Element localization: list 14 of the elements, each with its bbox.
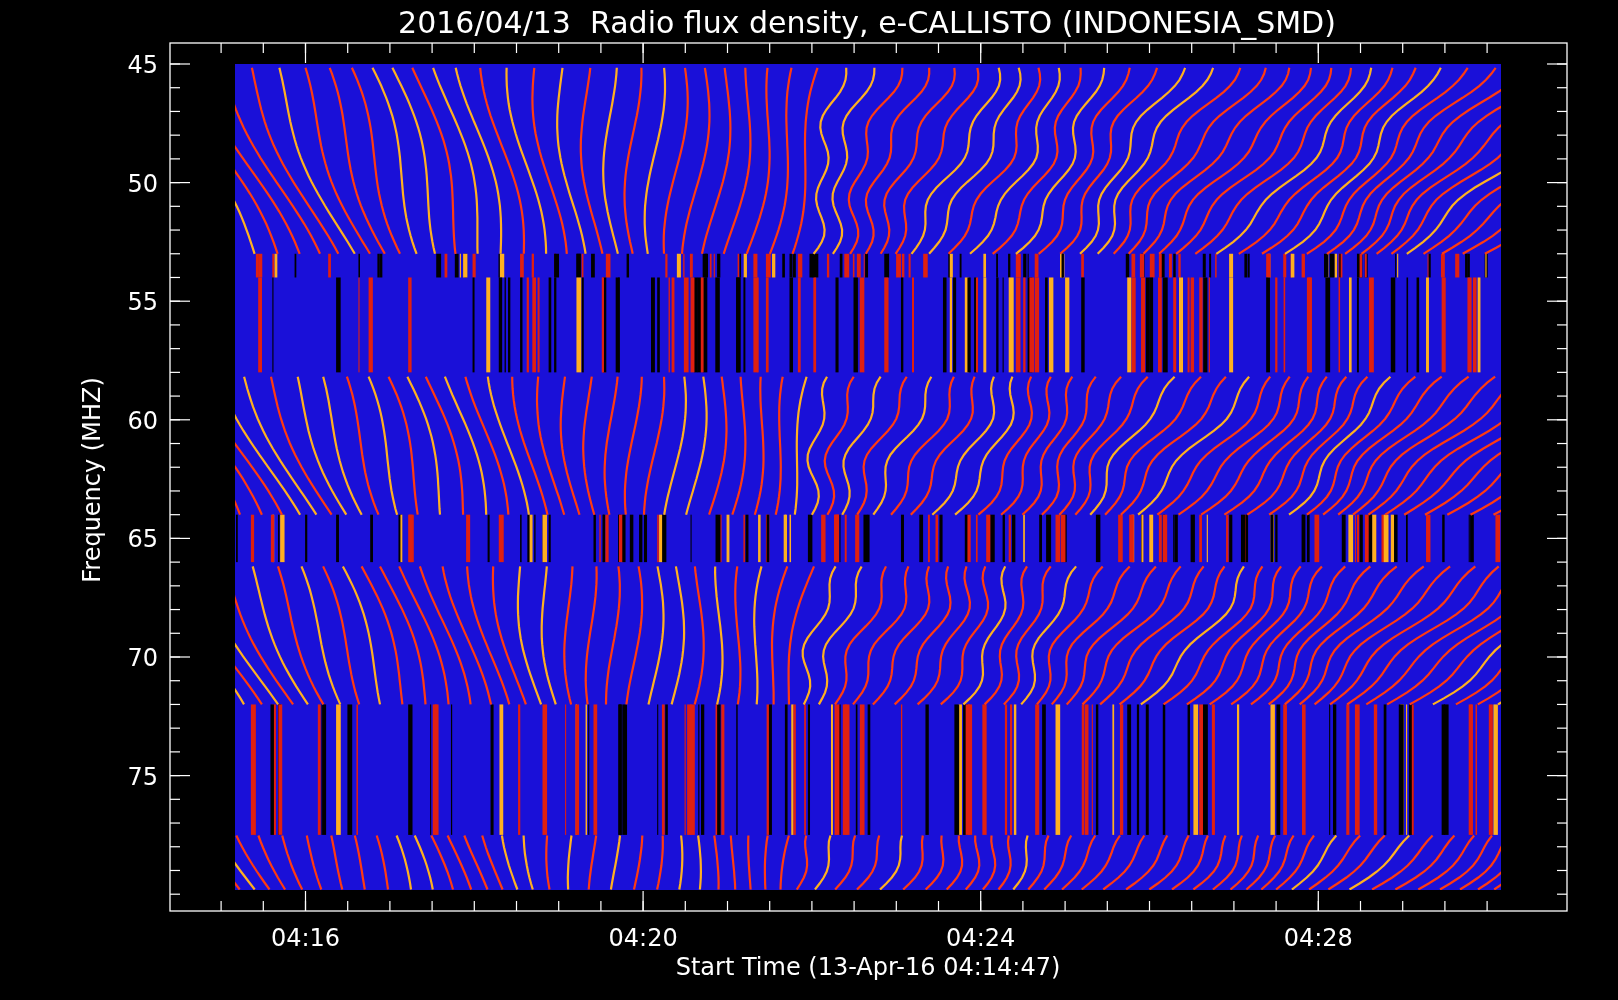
tick-label: 70: [127, 644, 158, 672]
tick-label: 04:16: [270, 924, 341, 952]
tick-label: 04:20: [608, 924, 678, 952]
tick-label: 04:24: [946, 924, 1016, 952]
tick-label: 65: [127, 525, 158, 554]
axis-label: Frequency (MHZ): [78, 377, 106, 583]
chart-title: 2016/04/13 Radio flux density, e-CALLISTO (INDONESIA_SMD): [398, 5, 1336, 40]
tick-label: 04:28: [1283, 924, 1353, 952]
tick-label: 60: [127, 406, 158, 435]
tick-label: 55: [127, 288, 158, 317]
tick-label: 75: [127, 762, 158, 791]
tick-label: 45: [127, 51, 158, 79]
axis-label: Start Time (13-Apr-16 04:14:47): [675, 953, 1061, 981]
tick-label: 50: [127, 169, 158, 198]
